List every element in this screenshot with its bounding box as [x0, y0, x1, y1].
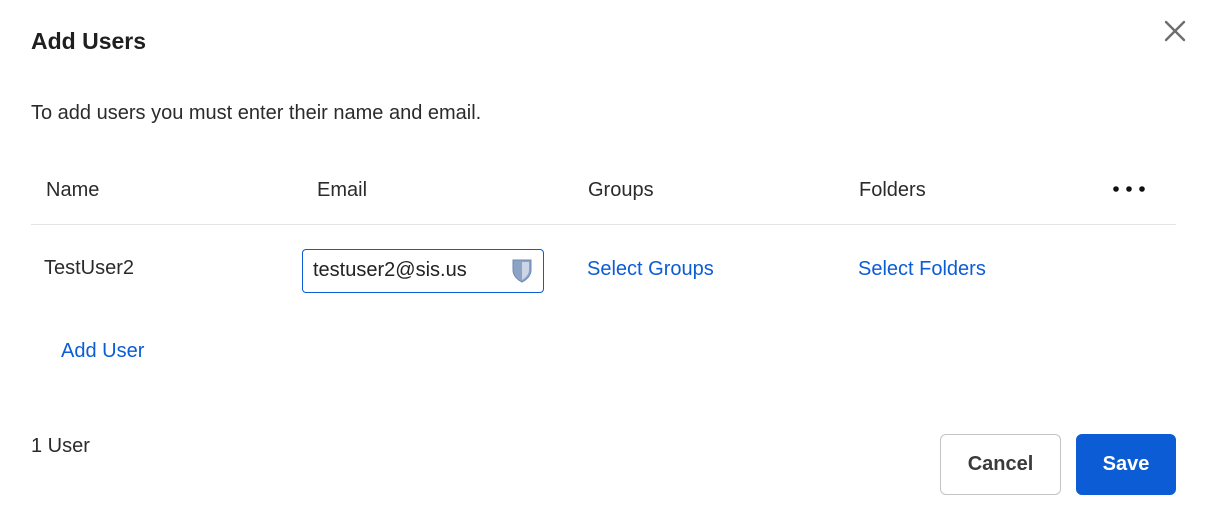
column-header-email: Email	[317, 179, 368, 201]
close-icon	[1164, 20, 1186, 42]
password-manager-shield-icon[interactable]	[511, 258, 533, 284]
user-count: 1 User	[31, 435, 90, 457]
column-header-name: Name	[46, 179, 100, 201]
column-header-groups: Groups	[588, 179, 654, 201]
column-header-folders: Folders	[859, 179, 926, 201]
email-field[interactable]	[313, 250, 503, 291]
select-groups-link[interactable]: Select Groups	[587, 258, 714, 281]
email-field-wrapper	[302, 249, 544, 293]
add-user-link[interactable]: Add User	[61, 340, 144, 363]
user-name-cell: TestUser2	[44, 257, 135, 279]
cancel-button[interactable]: Cancel	[940, 434, 1061, 495]
dialog-title: Add Users	[31, 28, 147, 54]
more-horizontal-icon	[1113, 186, 1145, 192]
header-divider	[31, 224, 1176, 225]
close-button[interactable]	[1160, 16, 1190, 46]
dialog-instructions: To add users you must enter their name a…	[31, 102, 482, 124]
more-options-button[interactable]	[1108, 176, 1150, 202]
add-users-dialog: Add Users To add users you must enter th…	[0, 0, 1215, 508]
select-folders-link[interactable]: Select Folders	[858, 258, 986, 281]
save-button[interactable]: Save	[1076, 434, 1176, 495]
